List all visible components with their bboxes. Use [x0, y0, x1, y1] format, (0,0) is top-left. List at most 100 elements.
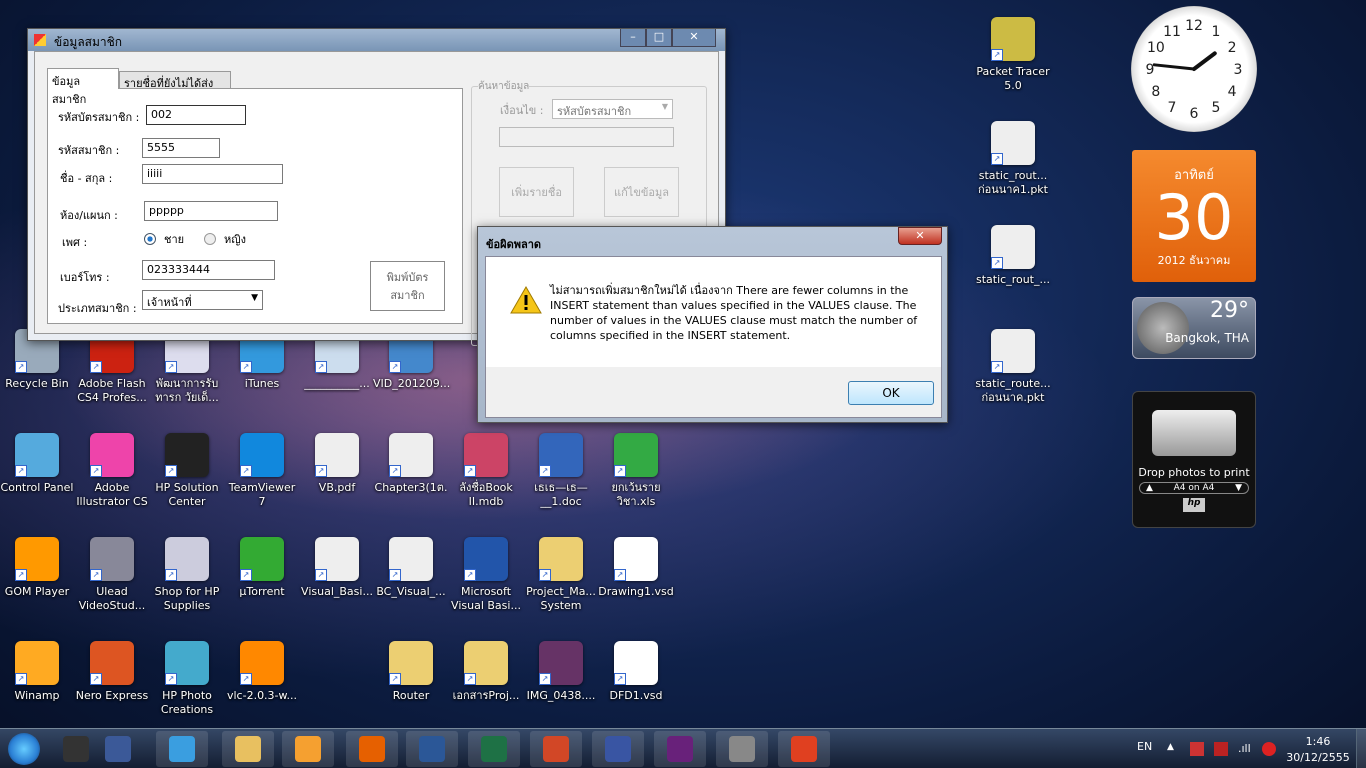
clock-gadget[interactable]: 12 1 2 3 4 5 6 7 8 9 10 11 [1131, 6, 1257, 132]
taskbar-word-button[interactable] [406, 731, 458, 767]
taskbar-vb-app-button[interactable] [778, 731, 830, 767]
shortcut-arrow-icon: ↗ [240, 673, 252, 685]
file-icon: ↗ [464, 641, 508, 685]
desktop-icon[interactable]: ↗ Packet Tracer 5.0 [975, 17, 1051, 93]
member-id-label: รหัสสมาชิก : [58, 144, 120, 157]
taskbar-tools-button[interactable] [716, 731, 768, 767]
dialog-close-button[interactable]: ✕ [898, 227, 942, 245]
desktop-icon[interactable]: ↗ Nero Express [74, 641, 150, 703]
file-icon: ↗ [389, 537, 433, 581]
desktop-icon[interactable]: ↗ GOM Player [0, 537, 75, 599]
desktop-icon[interactable]: ↗ Drawing1.vsd [598, 537, 674, 599]
ok-button[interactable]: OK [848, 381, 934, 405]
app-icon [34, 34, 46, 46]
taskbar-internet-explorer-button[interactable] [156, 731, 208, 767]
card-id-input[interactable]: 002 [146, 105, 246, 125]
desktop-icon[interactable]: ↗ VB.pdf [299, 433, 375, 495]
calendar-gadget[interactable]: อาทิตย์ 30 2012 ธันวาคม [1132, 150, 1256, 282]
power-icon[interactable] [1214, 742, 1228, 756]
file-icon: ↗ [991, 121, 1035, 165]
dept-input[interactable]: ppppp [144, 201, 278, 221]
search-group-label: ค้นหาข้อมูล [478, 79, 530, 94]
printer-gadget[interactable]: Drop photos to print ▲ A4 on A4 ▼ hp [1132, 391, 1256, 528]
clock-numeral: 3 [1234, 62, 1243, 78]
phone-input[interactable]: 023333444 [142, 260, 275, 280]
volume-muted-icon[interactable] [1262, 742, 1276, 756]
desktop-icon[interactable]: ↗ vlc-2.0.3-w... [224, 641, 300, 703]
condition-select[interactable]: รหัสบัตรสมาชิก ▼ [552, 99, 673, 119]
taskbar-visio-button[interactable] [592, 731, 644, 767]
gender-female-radio[interactable]: หญิง [204, 230, 246, 248]
desktop-icon[interactable]: ↗ DFD1.vsd [598, 641, 674, 703]
search-input[interactable] [499, 127, 674, 147]
file-icon: ↗ [15, 433, 59, 477]
desktop-icon[interactable]: ↗ IMG_0438.... [523, 641, 599, 703]
shortcut-arrow-icon: ↗ [389, 465, 401, 477]
prev-arrow-icon[interactable]: ▲ [1146, 483, 1153, 493]
paper-select[interactable]: ▲ A4 on A4 ▼ [1139, 482, 1249, 494]
next-arrow-icon[interactable]: ▼ [1235, 483, 1242, 493]
desktop-icon[interactable]: ↗ HP Photo Creations [149, 641, 225, 717]
shortcut-arrow-icon: ↗ [539, 673, 551, 685]
taskbar-excel-button[interactable] [468, 731, 520, 767]
add-name-button[interactable]: เพิ่มรายชื่อ [499, 167, 574, 217]
desktop-icon[interactable]: ↗ µTorrent [224, 537, 300, 599]
desktop-icon[interactable]: ↗ เอกสารProj... [448, 641, 524, 703]
member-type-select[interactable]: เจ้าหน้าที่ ▼ [142, 290, 263, 310]
show-desktop-button[interactable] [1356, 729, 1366, 768]
desktop-icon[interactable]: ↗ Shop for HP Supplies [149, 537, 225, 613]
minimize-button[interactable]: – [620, 29, 646, 47]
weather-gadget[interactable]: 29° Bangkok, THA [1132, 297, 1256, 359]
taskbar-file-explorer-button[interactable] [222, 731, 274, 767]
taskbar-start-button[interactable] [2, 731, 46, 767]
tab-member-info[interactable]: ข้อมูลสมาชิก [47, 68, 119, 106]
taskbar-firefox-button[interactable] [346, 731, 398, 767]
tab-unreturned[interactable]: รายชื่อที่ยังไม่ได้ส่งคืน [119, 71, 231, 108]
desktop-icon[interactable]: ↗ เธเธ—เธ— __1.doc [523, 433, 599, 509]
taskbar-powerpoint-button[interactable] [530, 731, 582, 767]
member-id-input[interactable]: 5555 [142, 138, 220, 158]
desktop-icon-label: เธเธ—เธ— __1.doc [534, 481, 588, 508]
network-icon[interactable]: .ıll [1238, 742, 1251, 755]
desktop-icon[interactable]: ↗ Router [373, 641, 449, 703]
print-card-button[interactable]: พิมพ์บัตร สมาชิก [370, 261, 445, 311]
action-center-icon[interactable] [1190, 742, 1204, 756]
name-input[interactable]: iiiii [142, 164, 283, 184]
system-clock[interactable]: 1:46 30/12/2555 [1286, 734, 1350, 766]
edit-data-button[interactable]: แก้ไขข้อมูล [604, 167, 679, 217]
desktop-icon[interactable]: ↗ Ulead VideoStud... [74, 537, 150, 613]
desktop-icon[interactable]: ↗ Visual_Basi... [299, 537, 375, 599]
taskbar-media-player-button[interactable] [282, 731, 334, 767]
desktop-icon[interactable]: ↗ BC_Visual_... [373, 537, 449, 599]
maximize-button[interactable]: □ [646, 29, 672, 47]
shortcut-arrow-icon: ↗ [90, 361, 102, 373]
desktop-icon[interactable]: ↗ static_rout_... [975, 225, 1051, 287]
desktop-icon[interactable]: ↗ ลังชื่อBook II.mdb [448, 433, 524, 509]
desktop-icon[interactable]: ↗ TeamViewer 7 [224, 433, 300, 509]
shortcut-arrow-icon: ↗ [315, 361, 327, 373]
gender-male-radio[interactable]: ชาย [144, 230, 184, 248]
name-label: ชื่อ - สกุล : [60, 172, 113, 185]
desktop-icon[interactable]: ↗ HP Solution Center [149, 433, 225, 509]
file-icon: ↗ [614, 433, 658, 477]
close-button[interactable]: ✕ [672, 29, 716, 47]
desktop-icon[interactable]: ↗ static_route... ก่อนนาค.pkt [975, 329, 1051, 405]
desktop-icon[interactable]: ↗ Project_Ma... System [523, 537, 599, 613]
file-icon: ↗ [991, 225, 1035, 269]
desktop-icon[interactable]: ↗ Microsoft Visual Basi... [448, 537, 524, 613]
firefox-icon [359, 736, 385, 762]
desktop-icon[interactable]: ↗ Winamp [0, 641, 75, 703]
excel-icon [481, 736, 507, 762]
taskbar-visual-basic-button[interactable] [654, 731, 706, 767]
title-bar[interactable]: ข้อมูลสมาชิก – □ ✕ [28, 29, 725, 51]
show-hidden-icons[interactable]: ▲ [1167, 742, 1174, 752]
desktop-icon[interactable]: ↗ Chapter3(1ต. [373, 433, 449, 495]
warning-icon [510, 285, 542, 314]
desktop-icon[interactable]: ↗ Adobe Illustrator CS [74, 433, 150, 509]
desktop-icon[interactable]: ↗ ยกเว้นราย วิชา.xls [598, 433, 674, 509]
taskbar-facebook-button[interactable] [92, 731, 144, 767]
desktop-icon[interactable]: ↗ static_rout... ก่อนนาค1.pkt [975, 121, 1051, 197]
language-indicator[interactable]: EN [1137, 740, 1152, 753]
desktop-icon[interactable]: ↗ Control Panel [0, 433, 75, 495]
clock-numeral: 10 [1147, 40, 1165, 56]
